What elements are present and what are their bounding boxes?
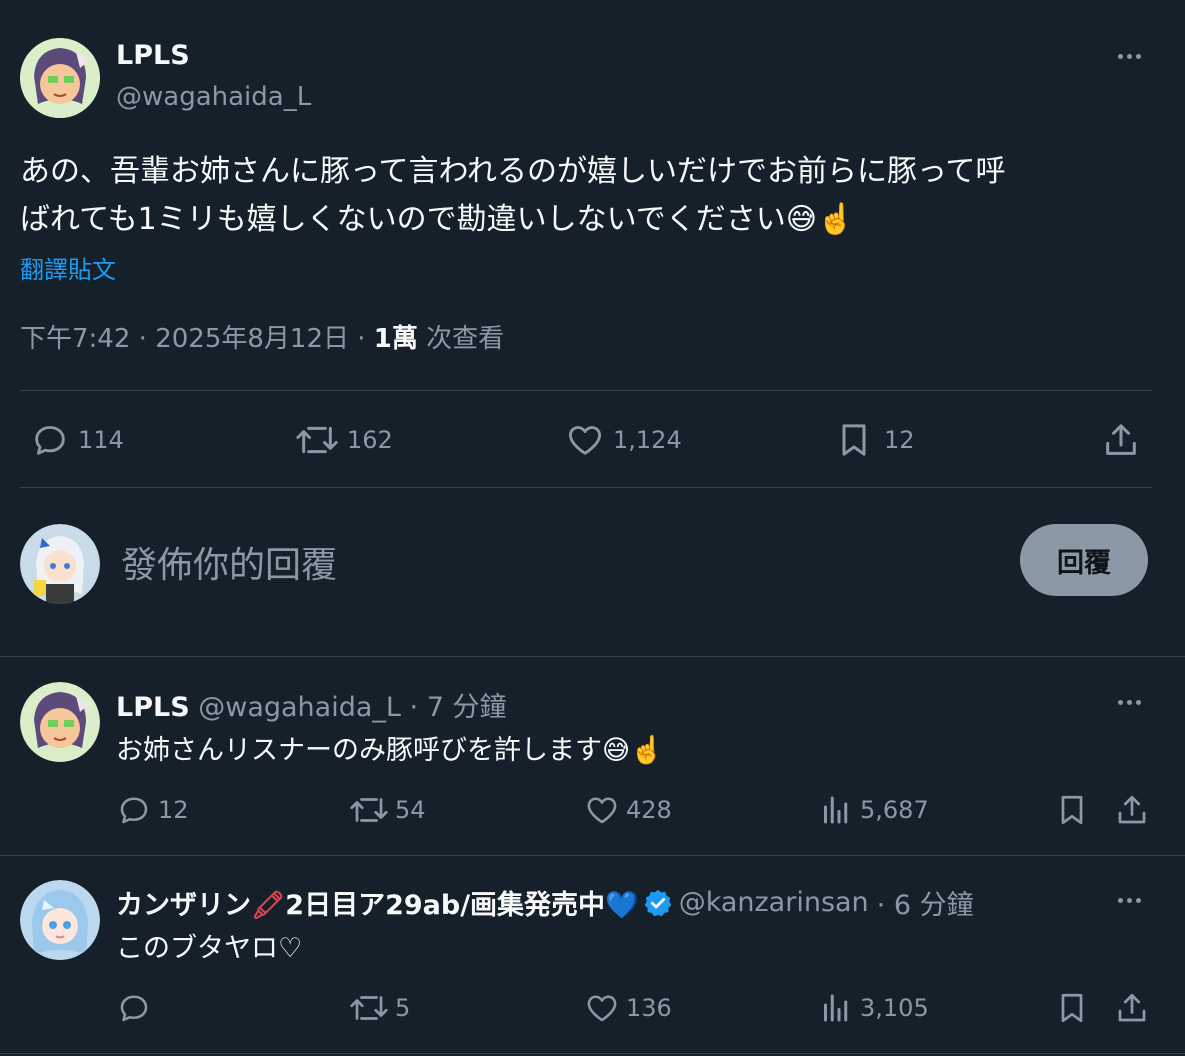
reply-icon [116,990,152,1026]
views-icon [818,990,854,1026]
divider [20,390,1152,391]
reply-text: このブタヤロ♡ [116,933,303,964]
share-button[interactable] [1114,990,1150,1026]
bookmark-icon [1054,792,1090,828]
reply-time[interactable]: · 6 分鐘 [877,883,974,922]
bookmark-button[interactable]: 12 [834,420,915,460]
divider [0,1053,1185,1054]
post-date[interactable]: 2025年8月12日 [155,324,349,354]
views-button[interactable]: 5,687 [818,792,929,828]
repost-icon [295,420,339,460]
more-icon[interactable] [1118,700,1141,705]
bookmark-button[interactable] [1054,990,1090,1026]
reply-header: LPLS @wagahaida_L · 7 分鐘 [116,685,506,724]
divider [20,487,1152,488]
post-time[interactable]: 下午7:42 [20,324,130,354]
reply-button[interactable]: 12 [116,792,189,828]
reply-display-name[interactable]: カンザリン🖍2日目ア29ab/画集発売中💙 [116,883,639,922]
reply-button[interactable]: 114 [30,420,124,460]
reply-handle[interactable]: @wagahaida_L [198,692,401,723]
reply-submit-button[interactable]: 回覆 [1020,524,1148,596]
repost-button[interactable]: 54 [349,792,426,828]
post-meta: 下午7:42 · 2025年8月12日 · 1萬 次查看 [20,324,505,354]
author-avatar[interactable] [20,38,100,118]
share-button[interactable] [1114,792,1150,828]
like-icon [565,420,605,460]
bookmark-icon [834,420,874,460]
views-icon [818,792,854,828]
repost-icon [349,990,389,1026]
like-icon [584,792,620,828]
reply-submit-label: 回覆 [1057,547,1111,579]
current-user-avatar[interactable] [20,524,100,604]
reply-emoji: 😅☝️ [602,735,664,766]
post-text: あの、吾輩お姉さんに豚って言われるのが嬉しいだけでお前らに豚って呼 ばれても1ミ… [20,148,1170,244]
post-text-line-2: ばれても1ミリも嬉しくないので勘違いしないでください [20,202,786,237]
reply-author-avatar[interactable] [20,682,100,762]
repost-button[interactable]: 162 [295,420,393,460]
verified-icon [643,888,673,918]
divider [0,855,1185,856]
like-button[interactable]: 136 [584,990,672,1026]
like-button[interactable]: 428 [584,792,672,828]
more-icon[interactable] [1118,54,1141,59]
author-display-name[interactable]: LPLS [116,40,190,71]
post-text-line-1: あの、吾輩お姉さんに豚って言われるのが嬉しいだけでお前らに豚って呼 [20,154,1006,189]
more-icon[interactable] [1118,898,1141,903]
bookmark-icon [1054,990,1090,1026]
reply-header: カンザリン🖍2日目ア29ab/画集発売中💙 @kanzarinsan · 6 分… [116,883,974,922]
repost-button[interactable]: 5 [349,990,410,1026]
reply-composer-input[interactable]: 發佈你的回覆 [121,536,337,588]
bookmark-button[interactable] [1054,792,1090,828]
reply-handle[interactable]: @kanzarinsan [679,887,869,918]
reply-button[interactable] [116,990,158,1026]
reply-time[interactable]: · 7 分鐘 [410,692,507,723]
translate-post-link[interactable]: 翻譯貼文 [20,250,116,285]
views-count: 1萬 [373,324,418,354]
reply-text: お姉さんリスナーのみ豚呼びを許します😅☝️ [116,735,664,766]
author-handle[interactable]: @wagahaida_L [116,82,311,112]
reply-display-name[interactable]: LPLS [116,692,190,723]
like-icon [584,990,620,1026]
share-icon [1114,990,1150,1026]
views-button[interactable]: 3,105 [818,990,929,1026]
repost-icon [349,792,389,828]
share-icon [1114,792,1150,828]
divider [0,656,1185,657]
reply-icon [116,792,152,828]
reply-author-avatar[interactable] [20,880,100,960]
post-emoji: 😅☝️ [785,202,855,237]
reply-icon [30,420,70,460]
like-button[interactable]: 1,124 [565,420,682,460]
share-button[interactable] [1101,420,1141,460]
views-label: 次查看 [426,324,505,354]
share-icon [1101,420,1141,460]
